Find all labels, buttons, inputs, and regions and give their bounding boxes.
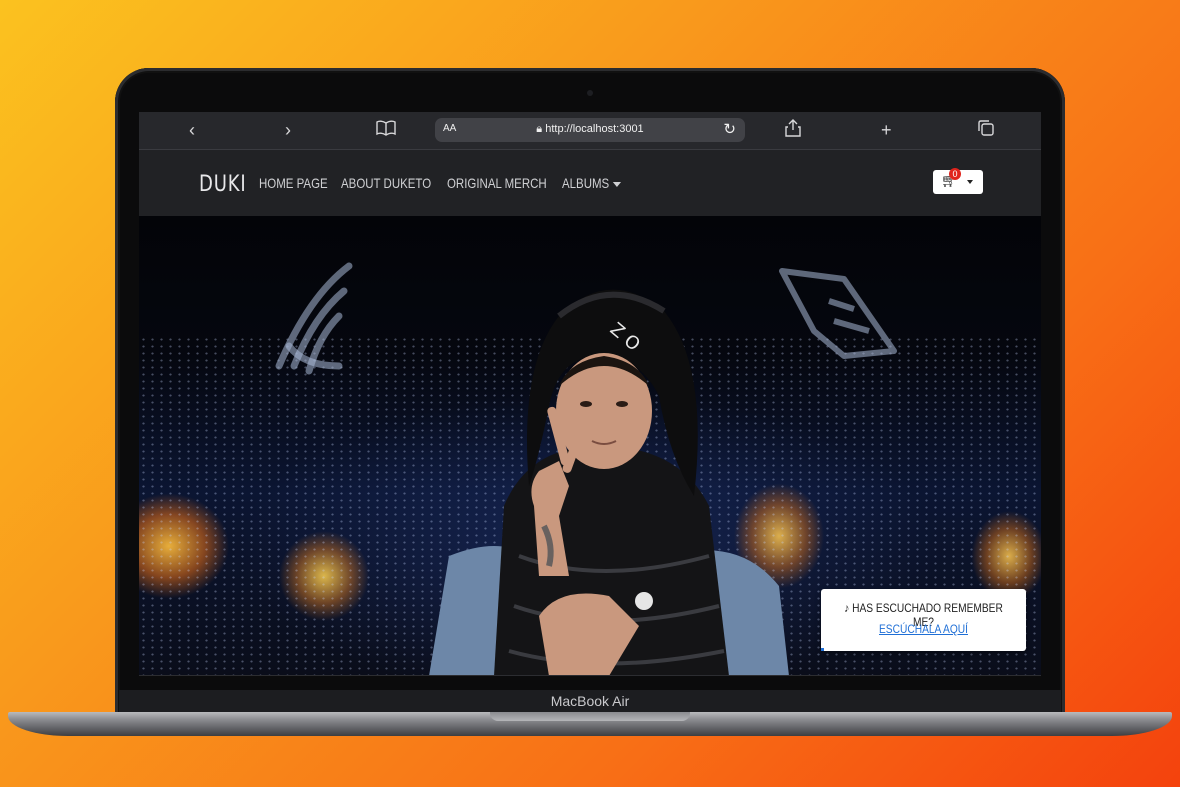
back-icon[interactable]: ‹ bbox=[189, 119, 195, 141]
nav-merch[interactable]: ORIGINAL MERCH bbox=[447, 175, 547, 191]
nav-about[interactable]: ABOUT DUKETO bbox=[341, 175, 431, 191]
bookmarks-icon[interactable] bbox=[376, 119, 396, 141]
hero-divider bbox=[139, 675, 1041, 676]
chevron-down-icon bbox=[612, 181, 622, 187]
address-bar[interactable]: AA 🔒︎ http://localhost:3001 ↻ bbox=[435, 118, 745, 142]
nav-home[interactable]: HOME PAGE bbox=[259, 175, 328, 191]
devil-wing-graphic bbox=[779, 268, 897, 359]
camera-icon bbox=[587, 90, 593, 96]
music-note-icon: ♪ bbox=[844, 601, 850, 615]
site-navbar: DUKI HOME PAGE ABOUT DUKETO ORIGINAL MER… bbox=[139, 150, 1041, 216]
nav-links: HOME PAGE ABOUT DUKETO ORIGINAL MERCH AL… bbox=[259, 175, 644, 191]
tabs-icon[interactable] bbox=[977, 119, 995, 142]
nav-albums-label: ALBUMS bbox=[562, 175, 610, 191]
toast-progress-bar bbox=[821, 648, 824, 651]
cart-count-badge: 0 bbox=[949, 168, 961, 180]
laptop-chin: MacBook Air bbox=[119, 690, 1061, 712]
forward-icon[interactable]: › bbox=[285, 119, 291, 141]
laptop-notch bbox=[490, 712, 690, 721]
nav-albums[interactable]: ALBUMS bbox=[562, 175, 622, 191]
cart-button[interactable]: 🛒︎ 0 bbox=[933, 168, 983, 194]
laptop-screen: ‹ › AA 🔒︎ http://localhost:3001 ↻ + DUKI… bbox=[139, 112, 1041, 676]
browser-toolbar: ‹ › AA 🔒︎ http://localhost:3001 ↻ + bbox=[139, 112, 1041, 150]
share-icon[interactable] bbox=[785, 119, 801, 142]
url-text: 🔒︎ http://localhost:3001 bbox=[536, 123, 644, 135]
angel-wing-graphic bbox=[275, 262, 353, 375]
reload-icon[interactable]: ↻ bbox=[723, 120, 736, 138]
promo-listen-link[interactable]: ESCÚCHALA AQUÍ bbox=[836, 622, 1010, 636]
artist-photo: Z O bbox=[429, 289, 789, 676]
new-tab-icon[interactable]: + bbox=[881, 119, 892, 141]
site-brand[interactable]: DUKI bbox=[199, 172, 247, 197]
cart-dropdown-icon bbox=[967, 180, 973, 184]
promo-toast: ♪ HAS ESCUCHADO REMEMBER ME? ESCÚCHALA A… bbox=[821, 589, 1026, 651]
lock-icon: 🔒︎ bbox=[536, 123, 543, 135]
hero-banner: Z O ♪ HAS ESCUCHADO REMEMBER ME? ESCÚCHA… bbox=[139, 216, 1041, 676]
